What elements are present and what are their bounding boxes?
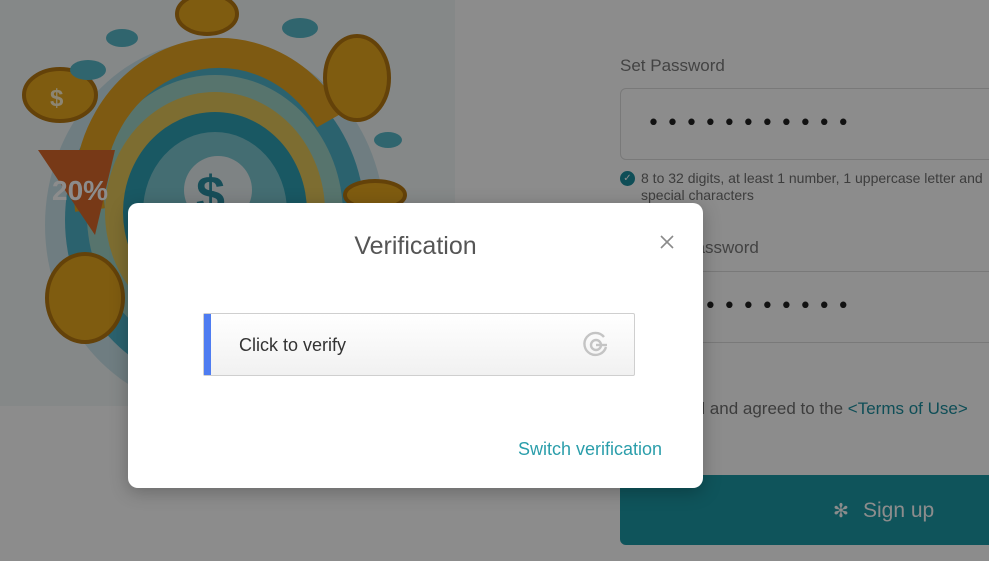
verification-dialog: Verification Click to verify Switch veri…	[128, 203, 703, 488]
switch-verification-link[interactable]: Switch verification	[518, 439, 662, 460]
captcha-icon	[583, 331, 608, 357]
verify-label: Click to verify	[239, 335, 347, 355]
dialog-title: Verification	[354, 232, 477, 260]
click-to-verify-button[interactable]: Click to verify	[203, 313, 635, 376]
close-icon[interactable]	[658, 233, 676, 251]
verify-accent-bar	[204, 314, 211, 375]
